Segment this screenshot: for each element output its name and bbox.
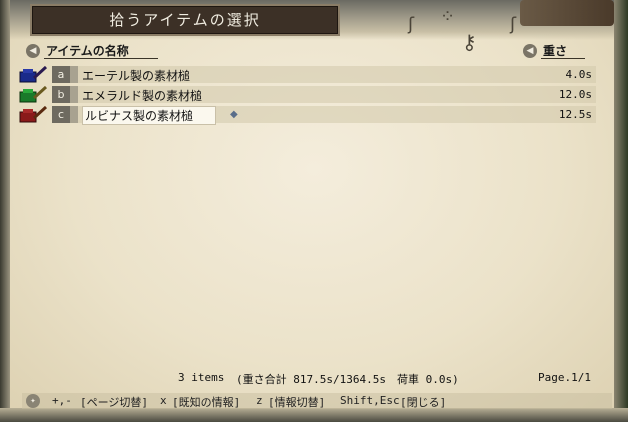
item-weight: 12.0s [558,88,592,101]
speaker-icon[interactable]: ◀ [523,44,537,58]
chain-icon: ⁘ [440,6,456,27]
item-letter[interactable]: a [52,66,78,83]
list-item[interactable]: a エーテル製の素材槌 4.0s [52,66,596,83]
weight-column-underline [541,58,585,59]
known-key: x [160,394,167,407]
help-bar: ✦ +,- [ページ切替] x [既知の情報] z [情報切替] Shift,E… [22,393,612,409]
frame-right [614,0,628,422]
name-column-underline [44,58,158,59]
speaker-icon[interactable]: ◀ [26,44,40,58]
page-indicator: Page.1/1 [538,371,591,384]
close-key: Shift,Esc [340,394,400,407]
item-weight: 4.0s [565,68,593,81]
item-weight: 12.5s [558,108,592,121]
hook-icon: ʃ [408,14,415,35]
name-column-header[interactable]: アイテムの名称 [46,42,129,59]
info-switch-hint[interactable]: [情報切替] [268,394,325,410]
weight-total: (重さ合計 817.5s/1364.5s 荷車 0.0s) [236,373,459,386]
close-hint[interactable]: [閉じる] [400,394,446,410]
keys-icon: ⚷ [462,30,477,54]
list-item-selected[interactable]: c ルビナス製の素材槌 ◆ 12.5s [52,106,596,125]
hammer-icon [19,66,48,83]
gem-icon: ◆ [230,109,238,120]
item-letter[interactable]: c [52,106,78,123]
page-switch-hint[interactable]: [ページ切替] [80,394,148,410]
item-name: エメラルド製の素材槌 [82,89,203,103]
page-key: +,- [52,394,72,407]
info-key: z [256,394,263,407]
item-name: ルビナス製の素材槌 [82,106,217,125]
item-letter[interactable]: b [52,86,78,103]
pistol-decoration [520,0,614,26]
pickup-window: 拾うアイテムの選択 ʃ ⁘ ⚷ ʃ ◀ アイテムの名称 ◀ 重さ a エーテル製… [0,0,628,422]
frame-left [0,0,10,422]
summary-bar: 3 items (重さ合計 817.5s/1364.5s 荷車 0.0s) Pa… [0,371,628,387]
frame-bottom [0,408,628,422]
item-name: エーテル製の素材槌 [82,69,191,83]
list-item[interactable]: b エメラルド製の素材槌 12.0s [52,86,596,103]
lightbulb-icon: ✦ [26,394,40,408]
weight-column-header[interactable]: 重さ [543,42,567,59]
known-info-hint[interactable]: [既知の情報] [172,394,240,410]
window-title: 拾うアイテムの選択 [30,4,340,36]
hammer-icon [19,106,48,123]
item-count: 3 items [178,371,225,384]
hook-icon: ʃ [510,14,517,35]
hammer-icon [19,86,48,103]
